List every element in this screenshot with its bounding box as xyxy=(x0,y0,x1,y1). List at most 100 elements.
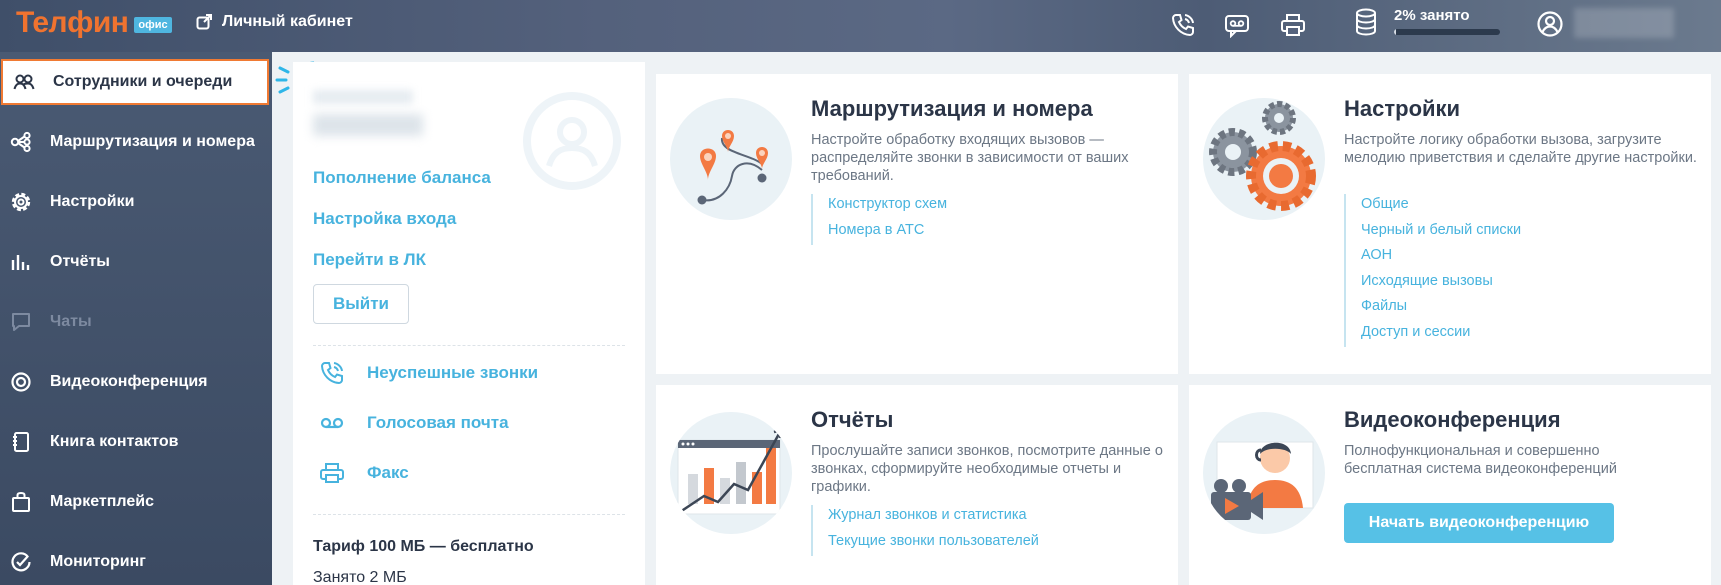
schema-builder-link[interactable]: Конструктор схем xyxy=(828,194,947,220)
bag-icon xyxy=(10,491,32,513)
sidebar: Сотрудники и очереди Маршрутизация и ном… xyxy=(0,52,272,585)
logo[interactable]: Телфин офис xyxy=(16,6,172,40)
map-pins-icon xyxy=(697,130,768,205)
gears-icon xyxy=(1209,101,1316,211)
routing-icon xyxy=(10,131,32,153)
balance-redacted xyxy=(313,114,423,136)
sidebar-item-label: Мониторинг xyxy=(50,553,146,570)
fax-label: Факс xyxy=(367,463,409,482)
sidebar-item-chats[interactable]: Чаты xyxy=(0,296,272,348)
users-icon xyxy=(13,71,35,93)
outgoing-calls-link[interactable]: Исходящие вызовы xyxy=(1361,271,1521,297)
card-description: Прослушайте записи звонков, посмотрите д… xyxy=(811,443,1163,495)
sidebar-item-label: Видеоконференция xyxy=(50,373,208,390)
gear-icon xyxy=(10,191,32,213)
used-space-label: Занято 2 МБ xyxy=(313,569,407,585)
divider xyxy=(313,514,625,515)
sidebar-item-reports[interactable]: Отчёты xyxy=(0,236,272,288)
card-links: Общие Черный и белый списки АОН Исходящи… xyxy=(1344,194,1521,347)
card-video: Видеоконференция Полнофункциональная и с… xyxy=(1189,385,1711,585)
voicemail-label: Голосовая почта xyxy=(367,413,509,432)
sidebar-item-label: Маршрутизация и номера xyxy=(50,133,255,150)
sidebar-item-settings[interactable]: Настройки xyxy=(0,176,272,228)
sidebar-item-monitoring[interactable]: Мониторинг xyxy=(0,536,272,585)
storage-indicator: 2% занято xyxy=(1394,7,1500,35)
user-name-redacted[interactable] xyxy=(1574,8,1674,38)
video-illustration xyxy=(1203,412,1325,534)
storage-bar-fill xyxy=(1394,29,1397,35)
sidebar-item-label: Книга контактов xyxy=(50,433,179,450)
voicemail-icon xyxy=(319,410,345,436)
printer-icon[interactable] xyxy=(1280,12,1306,38)
avatar xyxy=(523,92,621,190)
card-routing: Маршрутизация и номера Настройте обработ… xyxy=(656,74,1178,374)
login-settings-link[interactable]: Настройка входа xyxy=(313,209,456,229)
divider xyxy=(313,345,625,346)
card-title: Отчёты xyxy=(811,407,894,432)
pbx-numbers-link[interactable]: Номера в АТС xyxy=(828,220,947,246)
sidebar-item-label: Сотрудники и очереди xyxy=(53,73,233,90)
card-reports: Отчёты Прослушайте записи звонков, посмо… xyxy=(656,385,1178,585)
card-links: Журнал звонков и статистика Текущие звон… xyxy=(811,505,1039,556)
external-link-icon xyxy=(196,14,212,30)
card-title: Маршрутизация и номера xyxy=(811,96,1093,121)
storage-label: 2% занято xyxy=(1394,7,1470,24)
voicemail-link[interactable]: Голосовая почта xyxy=(319,410,509,436)
reports-illustration xyxy=(670,412,792,534)
top-up-balance-link[interactable]: Пополнение баланса xyxy=(313,168,491,188)
account-panel: Пополнение баланса Настройка входа Перей… xyxy=(293,62,645,585)
files-link[interactable]: Файлы xyxy=(1361,296,1521,322)
card-description: Полнофункциональная и совершенно бесплат… xyxy=(1344,443,1617,477)
database-icon xyxy=(1356,8,1376,36)
sidebar-item-label: Отчёты xyxy=(50,253,110,270)
sidebar-item-employees[interactable]: Сотрудники и очереди xyxy=(1,59,269,105)
missed-call-icon xyxy=(319,360,345,386)
sidebar-item-contacts[interactable]: Книга контактов xyxy=(0,416,272,468)
account-id-redacted xyxy=(313,90,413,104)
logo-badge: офис xyxy=(134,17,172,33)
fax-link[interactable]: Факс xyxy=(319,460,409,486)
contacts-book-icon xyxy=(10,431,32,453)
sidebar-item-label: Маркетплейс xyxy=(50,493,154,510)
fax-icon xyxy=(319,460,345,486)
general-settings-link[interactable]: Общие xyxy=(1361,194,1521,220)
settings-illustration xyxy=(1203,98,1325,220)
missed-calls-link[interactable]: Неуспешные звонки xyxy=(319,360,538,386)
user-icon[interactable] xyxy=(1536,10,1564,38)
sidebar-item-routing[interactable]: Маршрутизация и номера xyxy=(0,116,272,168)
voicemail-icon[interactable] xyxy=(1224,12,1250,38)
chart-illustration-icon xyxy=(677,428,783,515)
card-title: Видеоконференция xyxy=(1344,407,1561,432)
monitoring-icon xyxy=(10,551,32,573)
black-white-lists-link[interactable]: Черный и белый списки xyxy=(1361,220,1521,246)
personal-cabinet-label: Личный кабинет xyxy=(222,13,353,30)
avatar-user-icon xyxy=(546,117,598,167)
chat-icon xyxy=(10,311,32,333)
start-videoconference-button[interactable]: Начать видеоконференцию xyxy=(1344,503,1614,543)
personal-cabinet-link[interactable]: Личный кабинет xyxy=(196,13,353,31)
logo-text: Телфин xyxy=(16,6,129,39)
video-icon xyxy=(10,371,32,393)
current-calls-link[interactable]: Текущие звонки пользователей xyxy=(828,531,1039,557)
sidebar-item-label: Настройки xyxy=(50,193,135,210)
access-sessions-link[interactable]: Доступ и сессии xyxy=(1361,322,1521,348)
card-links: Конструктор схем Номера в АТС xyxy=(811,194,947,245)
card-settings: Настройки Настройте логику обработки выз… xyxy=(1189,74,1711,374)
bar-chart-icon xyxy=(10,251,32,273)
card-title: Настройки xyxy=(1344,96,1461,121)
card-description: Настройте логику обработки вызова, загру… xyxy=(1344,132,1697,166)
card-description: Настройте обработку входящих вызовов — р… xyxy=(811,132,1129,184)
go-to-cabinet-link[interactable]: Перейти в ЛК xyxy=(313,250,426,270)
caller-id-link[interactable]: АОН xyxy=(1361,245,1521,271)
call-log-link[interactable]: Журнал звонков и статистика xyxy=(828,505,1039,531)
video-call-illustration-icon xyxy=(1211,441,1314,520)
sidebar-item-video[interactable]: Видеоконференция xyxy=(0,356,272,408)
phone-icon[interactable] xyxy=(1170,12,1196,38)
storage-bar xyxy=(1394,29,1500,35)
sidebar-item-label: Чаты xyxy=(50,313,92,330)
logout-button[interactable]: Выйти xyxy=(313,284,409,324)
top-bar: Телфин офис Личный кабинет 2% занято xyxy=(0,0,1721,52)
missed-calls-label: Неуспешные звонки xyxy=(367,363,539,382)
tariff-label: Тариф 100 МБ — бесплатно xyxy=(313,538,534,555)
sidebar-item-marketplace[interactable]: Маркетплейс xyxy=(0,476,272,528)
